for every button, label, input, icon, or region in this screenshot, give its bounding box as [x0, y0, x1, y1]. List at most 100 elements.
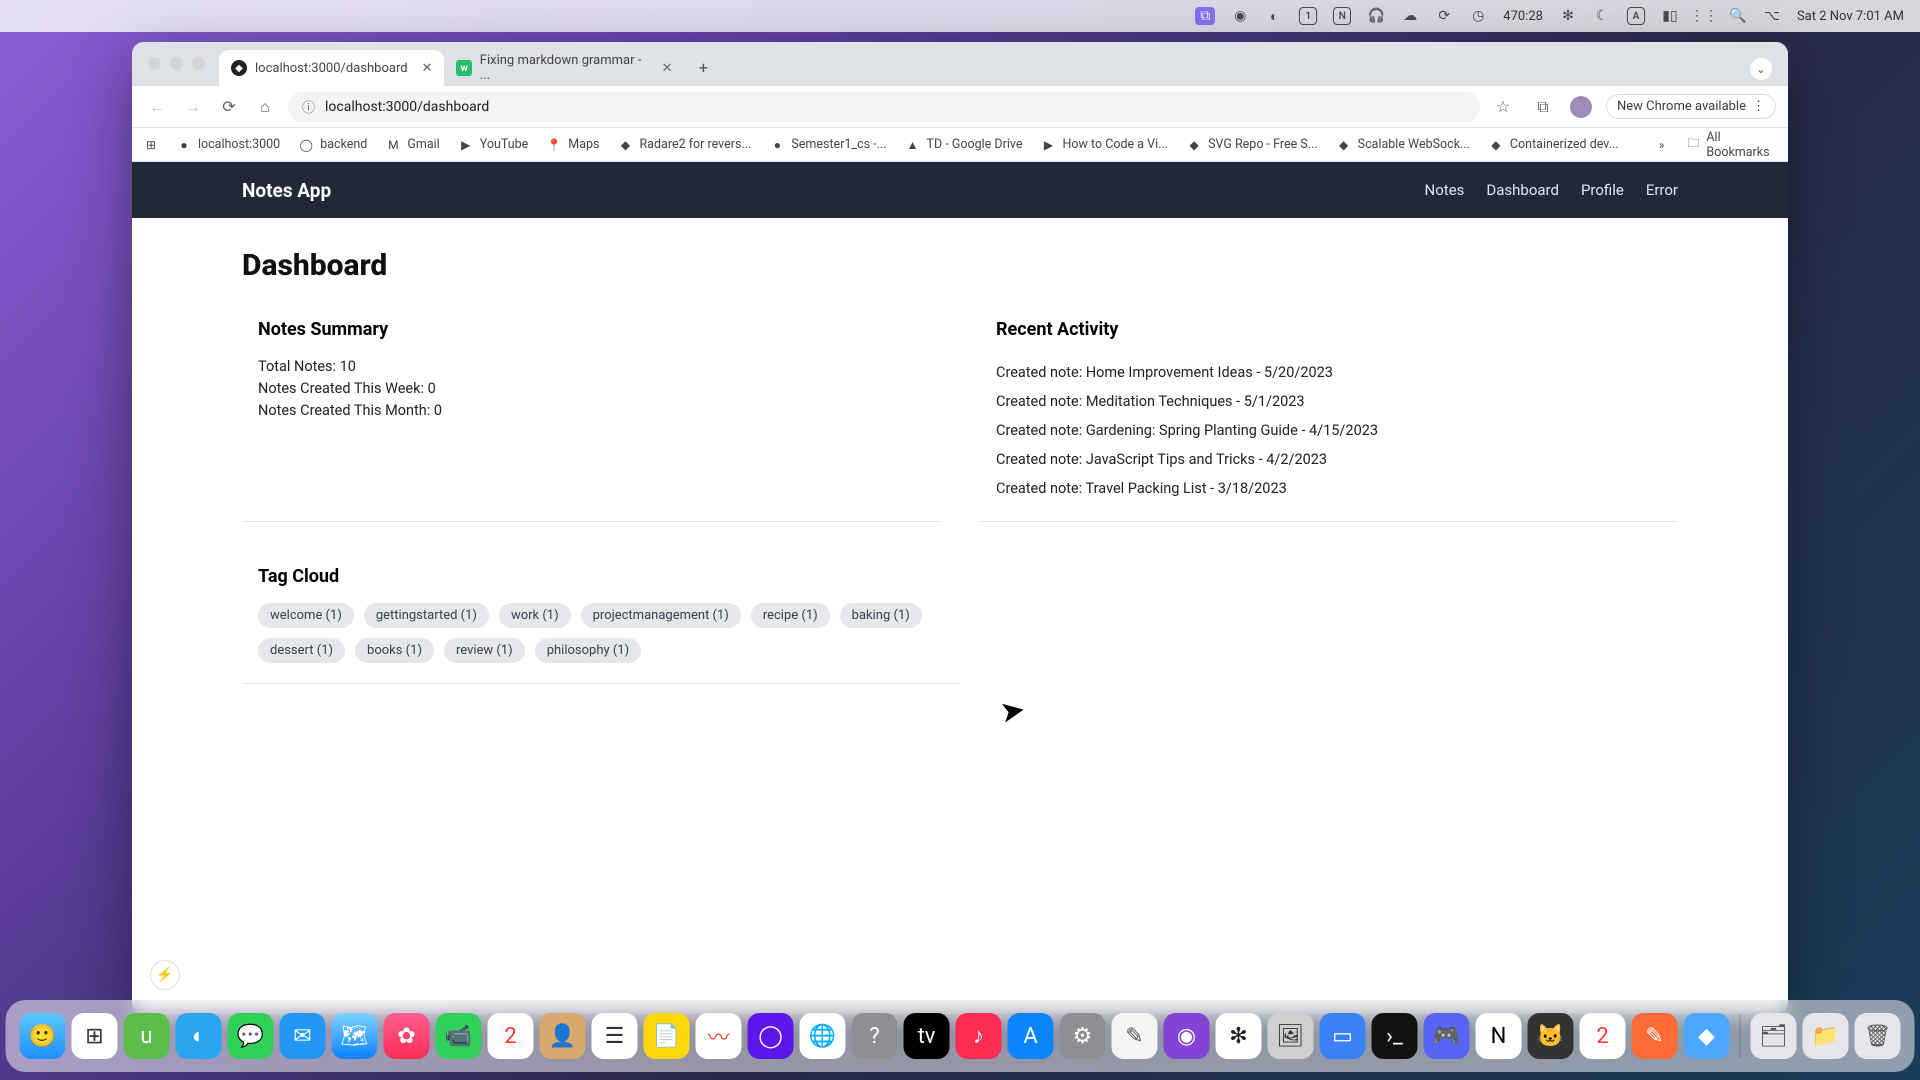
bookmark-item[interactable]: ▶How to Code a Vi... — [1040, 137, 1168, 153]
apps-grid-icon[interactable]: ⊞ — [144, 137, 158, 153]
sync-icon[interactable]: ⟳ — [1435, 7, 1453, 25]
cloud-icon[interactable]: ☁ — [1401, 7, 1419, 25]
nav-link-notes[interactable]: Notes — [1425, 181, 1465, 199]
appstore-icon[interactable]: A — [1008, 1013, 1054, 1059]
bookmark-item[interactable]: ◆Radare2 for revers... — [617, 137, 751, 153]
tag-chip[interactable]: books (1) — [355, 638, 434, 663]
extensions-icon[interactable]: ⧉ — [1530, 94, 1556, 120]
upwork-icon[interactable]: u — [124, 1013, 170, 1059]
chrome-update-badge[interactable]: New Chrome available ⋮ — [1606, 94, 1776, 119]
preview-icon[interactable]: 🖼 — [1268, 1013, 1314, 1059]
messages-icon[interactable]: 💬 — [228, 1013, 274, 1059]
bookmark-item[interactable]: ◯backend — [298, 137, 367, 153]
downloads-icon[interactable]: 🗂 — [1751, 1013, 1797, 1059]
tag-chip[interactable]: work (1) — [499, 603, 571, 628]
reminders-icon[interactable]: ☰ — [592, 1013, 638, 1059]
postman-icon[interactable]: ✎ — [1632, 1013, 1678, 1059]
facetime-icon[interactable]: 📹 — [436, 1013, 482, 1059]
tag-chip[interactable]: baking (1) — [840, 603, 922, 628]
maps-dock-icon[interactable]: 🗺 — [332, 1013, 378, 1059]
reload-button[interactable]: ⟳ — [216, 94, 242, 120]
game-icon[interactable]: 🐱 — [1528, 1013, 1574, 1059]
bookmark-item[interactable]: ◆SVG Repo - Free S... — [1186, 137, 1318, 153]
help-icon[interactable]: ? — [852, 1013, 898, 1059]
chatgpt-icon[interactable]: ✻ — [1216, 1013, 1262, 1059]
bookmark-item[interactable]: ◆Scalable WebSock... — [1336, 137, 1470, 153]
clock-app-icon[interactable]: ◐ — [1265, 7, 1283, 25]
battery-icon[interactable]: ▮▯ — [1661, 7, 1679, 25]
tag-chip[interactable]: recipe (1) — [751, 603, 830, 628]
minimize-window-icon[interactable] — [170, 57, 183, 70]
bookmark-item[interactable]: ●localhost:3000 — [176, 137, 280, 153]
tag-chip[interactable]: dessert (1) — [258, 638, 345, 663]
screen-record-icon[interactable]: ⧉ — [1195, 7, 1215, 25]
orb-icon[interactable]: ◯ — [748, 1013, 794, 1059]
menubar-datetime[interactable]: Sat 2 Nov 7:01 AM — [1797, 9, 1904, 24]
record-icon[interactable]: ◉ — [1231, 7, 1249, 25]
tag-chip[interactable]: projectmanagement (1) — [581, 603, 741, 628]
wifi-icon[interactable]: ⋮⋮ — [1695, 7, 1713, 25]
music-icon[interactable]: ♪ — [956, 1013, 1002, 1059]
close-tab-icon[interactable]: ✕ — [662, 61, 673, 76]
maximize-window-icon[interactable] — [192, 57, 205, 70]
new-tab-button[interactable]: + — [688, 52, 718, 82]
system-settings-icon[interactable]: ⚙ — [1060, 1013, 1106, 1059]
timer-icon[interactable]: ◷ — [1469, 7, 1487, 25]
notion-menubar-icon[interactable]: N — [1333, 7, 1351, 25]
forward-button[interactable]: → — [180, 94, 206, 120]
home-button[interactable]: ⌂ — [252, 94, 278, 120]
tab-markdown[interactable]: w Fixing markdown grammar - ... ✕ — [444, 50, 684, 86]
finder-icon[interactable]: 🙂 — [20, 1013, 66, 1059]
kebab-menu-icon[interactable]: ⋮ — [1752, 99, 1765, 114]
photos-icon[interactable]: ✿ — [384, 1013, 430, 1059]
warp-icon[interactable]: ◐ — [176, 1013, 222, 1059]
close-window-icon[interactable] — [148, 57, 161, 70]
textedit-icon[interactable]: ✎ — [1112, 1013, 1158, 1059]
back-button[interactable]: ← — [144, 94, 170, 120]
bookmark-item[interactable]: ▲TD - Google Drive — [905, 137, 1023, 153]
boxed-icon-1[interactable]: 1 — [1299, 7, 1317, 25]
tag-chip[interactable]: review (1) — [444, 638, 525, 663]
app-brand[interactable]: Notes App — [242, 179, 331, 202]
calendar-icon[interactable]: 2 — [488, 1013, 534, 1059]
notion-dock-icon[interactable]: N — [1476, 1013, 1522, 1059]
app-icon[interactable]: ◆ — [1684, 1013, 1730, 1059]
close-tab-icon[interactable]: ✕ — [422, 61, 433, 76]
trash-icon[interactable]: 🗑 — [1855, 1013, 1901, 1059]
bookmark-item[interactable]: ◆Containerized dev... — [1488, 137, 1619, 153]
control-center-icon[interactable]: ⌥ — [1763, 7, 1781, 25]
tabs-dropdown-icon[interactable]: ⌄ — [1750, 58, 1772, 80]
site-info-icon[interactable]: ⓘ — [302, 97, 315, 116]
accessibility-icon[interactable]: A — [1627, 7, 1645, 25]
headphones-icon[interactable]: 🎧 — [1367, 7, 1385, 25]
window-controls[interactable] — [148, 57, 205, 70]
nav-link-error[interactable]: Error — [1646, 181, 1678, 199]
podcast-icon[interactable]: ◉ — [1164, 1013, 1210, 1059]
bookmark-item[interactable]: ●Semester1_cs -... — [769, 137, 886, 153]
bookmark-item[interactable]: ▶YouTube — [458, 137, 529, 153]
appletv-icon[interactable]: tv — [904, 1013, 950, 1059]
notes-icon[interactable]: 📄 — [644, 1013, 690, 1059]
profile-avatar-icon[interactable] — [1570, 96, 1592, 118]
do-not-disturb-icon[interactable]: ☾ — [1593, 7, 1611, 25]
nav-link-profile[interactable]: Profile — [1581, 181, 1624, 199]
bookmark-item[interactable]: MGmail — [385, 137, 439, 153]
tab-dashboard[interactable]: ◆ localhost:3000/dashboard ✕ — [219, 50, 444, 86]
bookmark-item[interactable]: 📍Maps — [546, 137, 599, 153]
all-bookmarks-button[interactable]: 🗀 All Bookmarks — [1687, 130, 1776, 160]
tag-chip[interactable]: gettingstarted (1) — [364, 603, 489, 628]
chrome-icon[interactable]: 🌐 — [800, 1013, 846, 1059]
tag-chip[interactable]: philosophy (1) — [535, 638, 641, 663]
discord-icon[interactable]: 🎮 — [1424, 1013, 1470, 1059]
vs-icon[interactable]: ▭ — [1320, 1013, 1366, 1059]
documents-icon[interactable]: 📁 — [1803, 1013, 1849, 1059]
quick-action-button[interactable]: ⚡ — [150, 960, 180, 990]
search-menubar-icon[interactable]: 🔍 — [1729, 7, 1747, 25]
launchpad-icon[interactable]: ⊞ — [72, 1013, 118, 1059]
settings-menubar-icon[interactable]: ✻ — [1559, 7, 1577, 25]
tag-chip[interactable]: welcome (1) — [258, 603, 354, 628]
freeform-icon[interactable]: 〰 — [696, 1013, 742, 1059]
terminal-icon[interactable]: ›_ — [1372, 1013, 1418, 1059]
contacts-icon[interactable]: 👤 — [540, 1013, 586, 1059]
omnibox[interactable]: ⓘ localhost:3000/dashboard — [288, 92, 1480, 122]
